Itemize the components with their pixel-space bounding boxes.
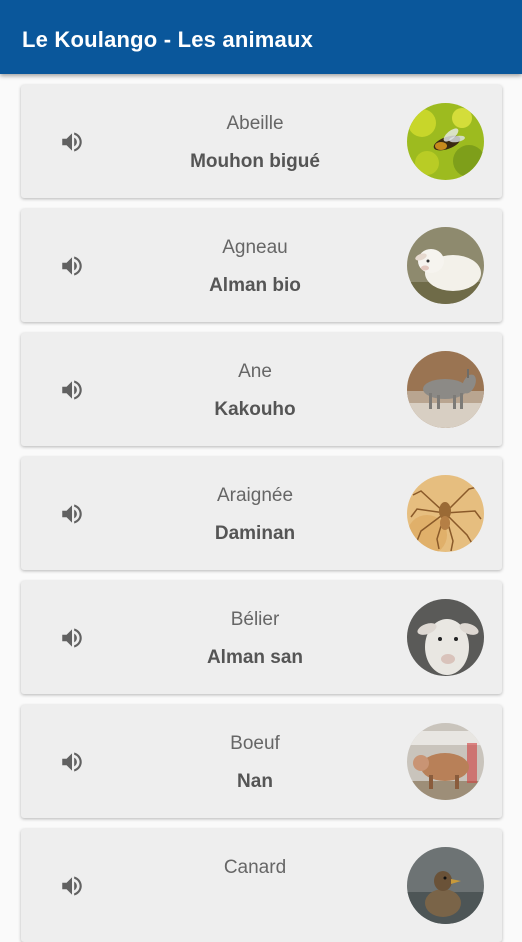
koulango-name: Mouhon bigué — [190, 151, 320, 172]
donkey-photo-icon — [407, 351, 484, 428]
koulango-name: Daminan — [214, 523, 296, 544]
french-name: Araignée — [216, 485, 294, 506]
speaker-icon[interactable] — [59, 253, 85, 279]
speaker-icon[interactable] — [59, 129, 85, 155]
list-item-boeuf[interactable]: Boeuf Nan — [21, 705, 502, 818]
speaker-icon[interactable] — [59, 377, 85, 403]
koulango-name: Alman bio — [209, 275, 301, 296]
bee-photo-icon — [407, 103, 484, 180]
duck-photo-icon — [407, 847, 484, 924]
list-item-araignee[interactable]: Araignée Daminan — [21, 457, 502, 570]
koulango-name: Alman san — [206, 647, 304, 668]
app-bar: Le Koulango - Les animaux — [0, 0, 522, 74]
lamb-photo-icon — [407, 227, 484, 304]
speaker-icon[interactable] — [59, 625, 85, 651]
speaker-icon[interactable] — [59, 873, 85, 899]
speaker-icon[interactable] — [59, 501, 85, 527]
french-name: Boeuf — [230, 733, 280, 754]
koulango-name: Nan — [237, 771, 273, 792]
list-item-agneau[interactable]: Agneau Alman bio — [21, 209, 502, 322]
ox-photo-icon — [407, 723, 484, 800]
french-name: Canard — [223, 857, 287, 878]
koulango-name: Kakouho — [214, 399, 296, 420]
list-item-belier[interactable]: Bélier Alman san — [21, 581, 502, 694]
page-title: Le Koulango - Les animaux — [22, 27, 314, 52]
list-item-abeille[interactable]: Abeille Mouhon bigué — [21, 85, 502, 198]
spider-photo-icon — [407, 475, 484, 552]
speaker-icon[interactable] — [59, 749, 85, 775]
french-name: Abeille — [226, 113, 284, 134]
list-item-ane[interactable]: Ane Kakouho — [21, 333, 502, 446]
french-name: Bélier — [230, 609, 280, 630]
list-item-canard[interactable]: Canard — [21, 829, 502, 942]
french-name: Ane — [238, 361, 272, 382]
ram-photo-icon — [407, 599, 484, 676]
french-name: Agneau — [222, 237, 288, 258]
